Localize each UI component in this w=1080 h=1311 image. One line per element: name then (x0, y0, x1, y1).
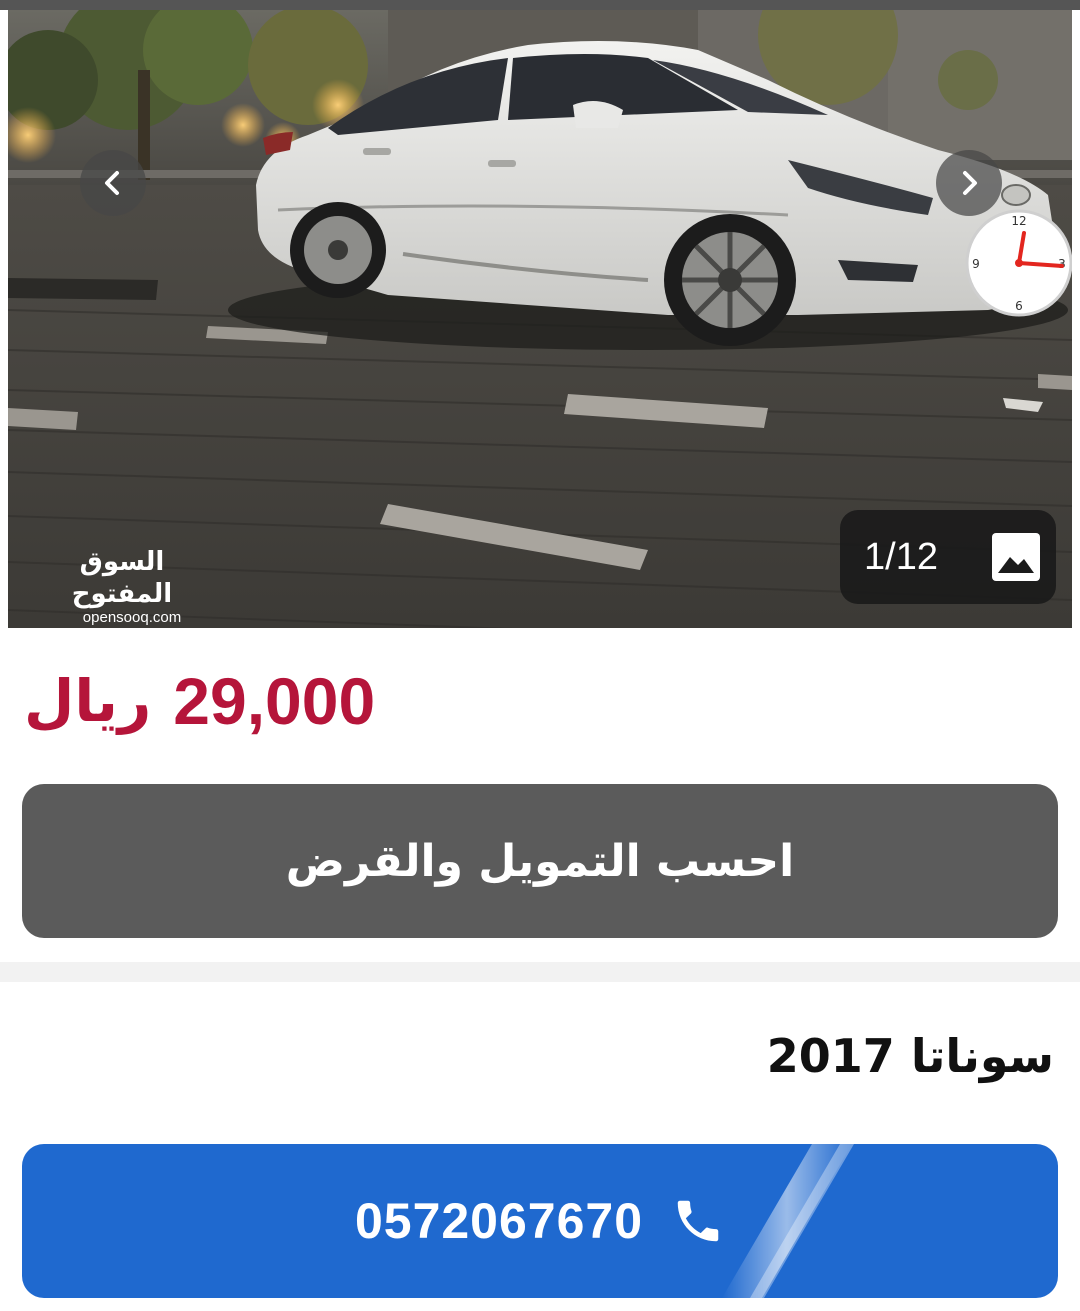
chevron-right-icon (963, 171, 977, 195)
listing-page: 12 3 6 9 السوق المفتوح opensooq.com 1/12… (0, 0, 1080, 1311)
calculate-finance-button[interactable]: احسب التمويل والقرض (22, 784, 1058, 938)
image-icon (992, 533, 1040, 581)
watermark-english: opensooq.com (82, 609, 182, 626)
photo-gallery[interactable]: 12 3 6 9 السوق المفتوح opensooq.com 1/12 (8, 10, 1072, 628)
section-divider (0, 962, 1080, 982)
phone-icon (677, 1200, 719, 1242)
svg-text:6: 6 (1015, 299, 1023, 313)
svg-text:9: 9 (972, 257, 980, 271)
chevron-left-icon (105, 171, 119, 195)
clock-icon: 12 3 6 9 (965, 209, 1072, 317)
svg-text:12: 12 (1011, 214, 1026, 228)
listing-price: ريال 29,000 (24, 656, 375, 746)
watermark-arabic: السوق المفتوح (71, 547, 173, 609)
listing-title: سوناتا 2017 (766, 1029, 1054, 1083)
call-seller-button[interactable]: 0572067670 (22, 1144, 1058, 1298)
opensooq-watermark: السوق المفتوح opensooq.com (32, 546, 212, 626)
status-bar-edge (0, 0, 1080, 10)
next-photo-button[interactable] (936, 150, 1002, 216)
previous-photo-button[interactable] (80, 150, 146, 216)
photo-counter-text: 1/12 (864, 535, 938, 578)
price-amount: 29,000 (173, 664, 376, 738)
phone-number: 0572067670 (354, 1193, 644, 1249)
photo-counter-badge[interactable]: 1/12 (840, 510, 1056, 604)
price-currency: ريال (24, 667, 152, 735)
